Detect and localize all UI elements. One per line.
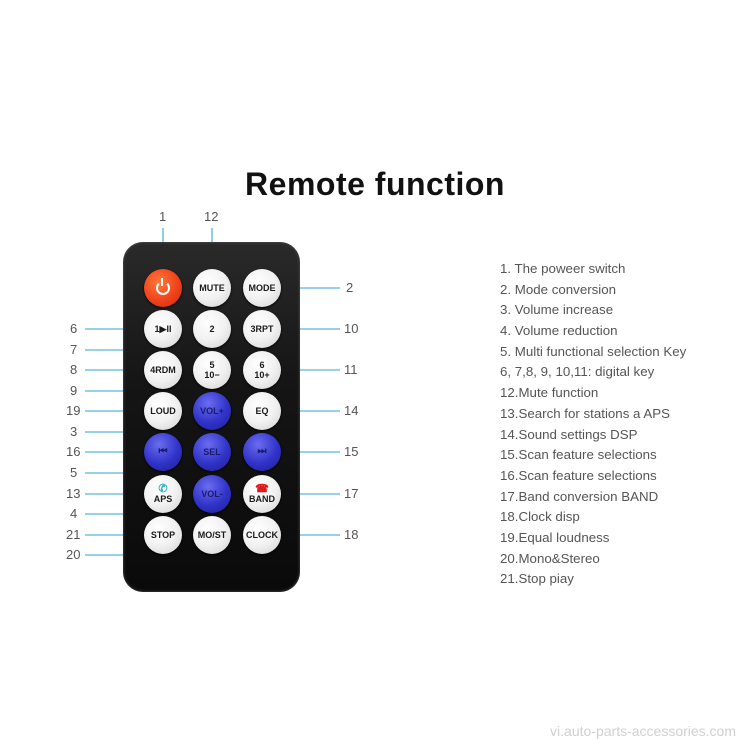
legend-item: 15.Scan feature selections bbox=[500, 447, 657, 463]
previous-track-button[interactable]: ⏮ bbox=[144, 433, 182, 471]
clock-button[interactable]: CLOCK bbox=[243, 516, 281, 554]
callout-21: 21 bbox=[66, 527, 81, 542]
callout-9: 9 bbox=[70, 383, 78, 398]
callout-3: 3 bbox=[70, 424, 78, 439]
button-5-10-minus[interactable]: 5 10− bbox=[193, 351, 231, 389]
page-title: Remote function bbox=[245, 166, 505, 202]
callout-17: 17 bbox=[344, 486, 359, 501]
band-button[interactable]: ☎ BAND bbox=[243, 475, 281, 513]
legend-item: 1. The poweer switch bbox=[500, 261, 626, 276]
callout-20: 20 bbox=[66, 547, 81, 562]
volume-up-button[interactable]: VOL+ bbox=[193, 392, 231, 430]
loud-button[interactable]: LOUD bbox=[144, 392, 182, 430]
callout-5: 5 bbox=[70, 465, 78, 480]
aps-button[interactable]: ✆ APS bbox=[144, 475, 182, 513]
eq-button[interactable]: EQ bbox=[243, 392, 281, 430]
legend-item: 3. Volume increase bbox=[500, 302, 614, 318]
legend-item: 4. Volume reduction bbox=[500, 323, 618, 339]
callout-6: 6 bbox=[70, 321, 78, 336]
callout-7: 7 bbox=[70, 342, 78, 357]
legend-item: 17.Band conversion BAND bbox=[500, 488, 659, 504]
previous-icon: ⏮ bbox=[158, 446, 168, 457]
select-button[interactable]: SEL bbox=[193, 433, 231, 471]
callout-13: 13 bbox=[66, 486, 81, 501]
mode-button[interactable]: MODE bbox=[243, 269, 281, 307]
stop-button[interactable]: STOP bbox=[144, 516, 182, 554]
function-legend: 1. The poweer switch 2. Mode conversion … bbox=[500, 259, 686, 590]
legend-item: 14.Sound settings DSP bbox=[500, 426, 638, 442]
button-3-repeat[interactable]: 3RPT bbox=[243, 310, 281, 348]
phone-hangup-icon: ☎ bbox=[255, 482, 269, 495]
volume-down-button[interactable]: VOL- bbox=[193, 475, 231, 513]
legend-item: 18.Clock disp bbox=[500, 509, 580, 525]
callout-1: 1 bbox=[159, 209, 167, 224]
legend-item: 20.Mono&Stereo bbox=[500, 550, 600, 566]
callout-2: 2 bbox=[346, 280, 354, 295]
next-track-button[interactable]: ⏭ bbox=[243, 433, 281, 471]
next-icon: ⏭ bbox=[257, 446, 267, 457]
callout-16: 16 bbox=[66, 444, 81, 459]
callout-8: 8 bbox=[70, 362, 78, 377]
mute-button[interactable]: MUTE bbox=[193, 269, 231, 307]
legend-item: 13.Search for stations a APS bbox=[500, 405, 671, 421]
callout-19: 19 bbox=[66, 403, 81, 418]
mono-stereo-button[interactable]: MO/ST bbox=[193, 516, 231, 554]
callout-12: 12 bbox=[204, 209, 219, 224]
phone-answer-icon: ✆ bbox=[158, 482, 168, 495]
callout-4: 4 bbox=[70, 506, 78, 521]
legend-item: 21.Stop piay bbox=[500, 571, 574, 587]
power-icon bbox=[156, 278, 170, 295]
legend-item: 16.Scan feature selections bbox=[500, 467, 657, 483]
legend-item: 12.Mute function bbox=[500, 385, 599, 401]
callout-10: 10 bbox=[344, 321, 359, 336]
legend-item: 5. Multi functional selection Key bbox=[500, 343, 687, 359]
watermark: vi.auto-parts-accessories.com bbox=[550, 723, 736, 739]
button-4-random[interactable]: 4RDM bbox=[144, 351, 182, 389]
callout-15: 15 bbox=[344, 444, 359, 459]
callout-14: 14 bbox=[344, 403, 359, 418]
button-6-10-plus[interactable]: 6 10+ bbox=[243, 351, 281, 389]
legend-item: 6, 7,8, 9, 10,11: digital key bbox=[500, 364, 655, 380]
power-button[interactable] bbox=[144, 269, 182, 307]
callout-11: 11 bbox=[344, 362, 358, 377]
callout-18: 18 bbox=[344, 527, 359, 542]
legend-item: 19.Equal loudness bbox=[500, 529, 610, 545]
legend-item: 2. Mode conversion bbox=[500, 281, 617, 297]
button-2[interactable]: 2 bbox=[193, 310, 231, 348]
button-1-play-pause[interactable]: 1▶II bbox=[144, 310, 182, 348]
